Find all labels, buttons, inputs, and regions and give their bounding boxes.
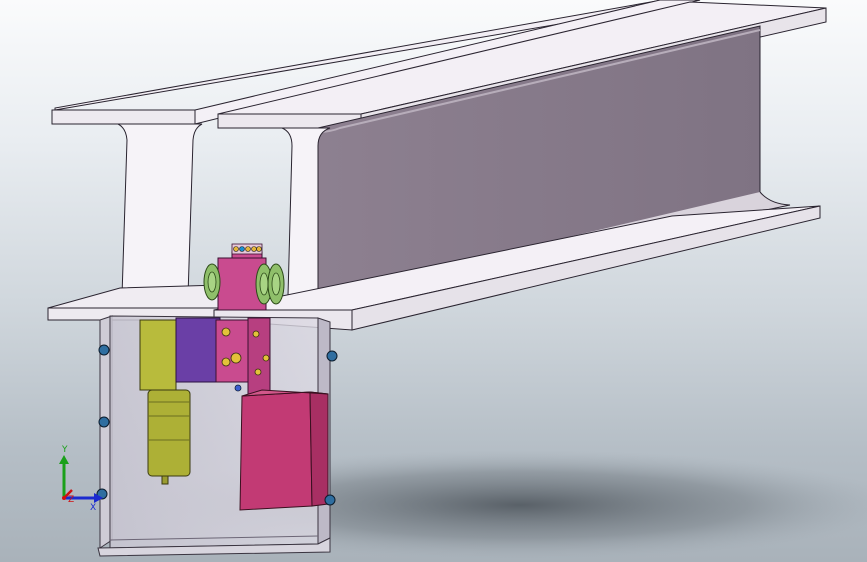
right-wheel-outer	[267, 263, 285, 305]
motor-gearbox	[147, 389, 191, 477]
motor-mount-block	[139, 319, 177, 391]
control-box-side	[309, 391, 329, 507]
x-axis-label: X	[90, 503, 96, 513]
y-axis-label: Y	[61, 445, 68, 455]
coupling-block	[175, 317, 221, 383]
xyz-axis-triad-icon[interactable]: Y X Z	[59, 445, 103, 513]
assembly-scene[interactable]: Y X Z	[0, 0, 867, 562]
y-axis-arrow	[59, 455, 69, 464]
bolt-top-right	[326, 350, 338, 362]
control-box-front	[239, 391, 313, 511]
motor-shaft	[161, 475, 169, 485]
bolt-mid-left	[98, 416, 110, 428]
bolt-top-left	[98, 344, 110, 356]
terminal-strip	[231, 243, 263, 255]
back-beam-web	[111, 123, 203, 309]
back-beam-top-flange-face	[51, 109, 196, 125]
left-wheel	[203, 263, 221, 301]
z-axis-label: Z	[68, 495, 74, 505]
front-i-beam[interactable]	[213, 1, 827, 331]
bolt-bottom-right	[324, 494, 336, 506]
cad-viewport[interactable]: Y X Z	[0, 0, 867, 562]
control-box[interactable]	[239, 389, 329, 511]
triad-origin	[62, 496, 66, 500]
